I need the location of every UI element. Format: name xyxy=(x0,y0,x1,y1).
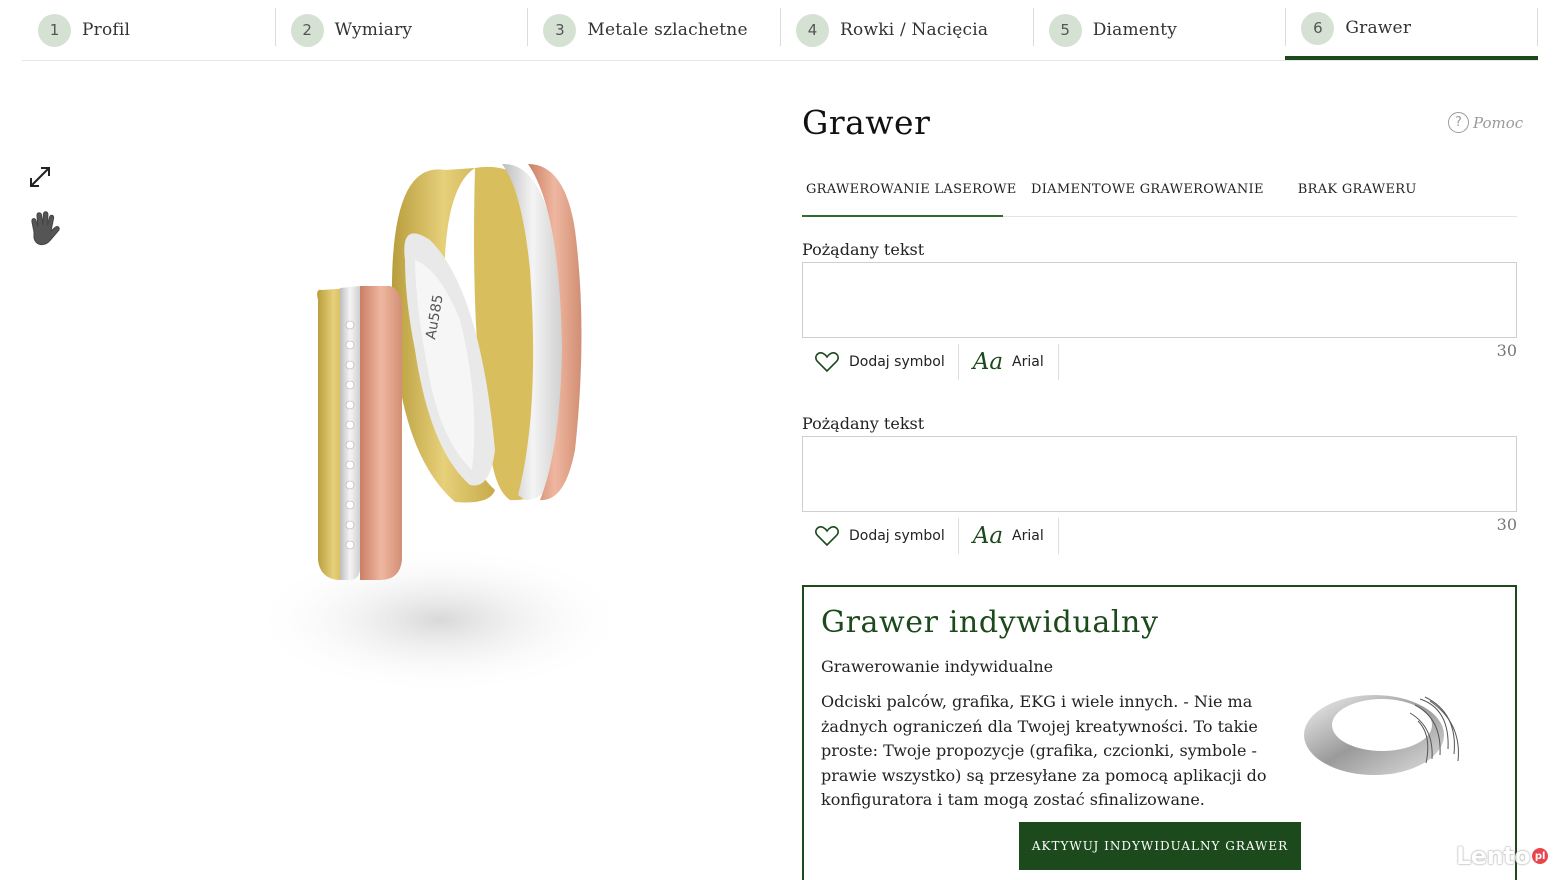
step-number: 4 xyxy=(796,13,830,47)
font-select-button[interactable]: Aa Arial xyxy=(959,518,1059,554)
step-label: Wymiary xyxy=(334,20,413,40)
custom-engraving-panel: Grawer indywidualny Grawerowanie indywid… xyxy=(802,585,1517,880)
ring-product-image[interactable]: Au585 xyxy=(240,150,680,710)
step-tab-wymiary[interactable]: 2 Wymiary xyxy=(274,0,528,60)
fingerprint-ring-image xyxy=(1300,679,1464,789)
help-link[interactable]: ? Pomoc xyxy=(1448,112,1523,133)
step-tab-rowki[interactable]: 4 Rowki / Nacięcia xyxy=(780,0,1033,60)
font-name: Arial xyxy=(1012,354,1044,370)
font-select-button[interactable]: Aa Arial xyxy=(959,344,1059,380)
tab-no-engraving[interactable]: BRAK GRAWERU xyxy=(1294,170,1421,217)
step-number: 6 xyxy=(1301,11,1335,45)
step-tab-diamenty[interactable]: 5 Diamenty xyxy=(1032,0,1286,60)
help-label: Pomoc xyxy=(1473,113,1524,132)
engraving-type-tabs: GRAWEROWANIE LASEROWE DIAMENTOWE GRAWERO… xyxy=(802,170,1517,217)
step-number: 5 xyxy=(1048,13,1082,47)
step-label: Metale szlachetne xyxy=(587,20,748,40)
step-navigation: 1 Profil 2 Wymiary 3 Metale szlachetne 4… xyxy=(22,0,1539,61)
help-icon: ? xyxy=(1448,112,1469,133)
field-options: Dodaj symbol Aa Arial xyxy=(802,518,1059,554)
activate-custom-engraving-button[interactable]: AKTYWUJ INDYWIDUALNY GRAWER xyxy=(1019,822,1301,870)
engraving-text-input[interactable] xyxy=(802,436,1517,512)
step-tab-metale[interactable]: 3 Metale szlachetne xyxy=(527,0,780,60)
char-counter: 30 xyxy=(1496,341,1517,360)
step-number: 2 xyxy=(290,13,324,47)
lento-watermark: Lento pl xyxy=(1456,842,1549,870)
add-symbol-label: Dodaj symbol xyxy=(849,354,945,370)
step-number: 3 xyxy=(543,13,577,47)
custom-engraving-description: Odciski palców, grafika, EKG i wiele inn… xyxy=(821,692,1267,809)
field-label: Pożądany tekst xyxy=(802,414,925,433)
add-symbol-button[interactable]: Dodaj symbol xyxy=(802,344,959,380)
watermark-dot: pl xyxy=(1532,848,1549,864)
step-label: Diamenty xyxy=(1092,20,1178,40)
custom-engraving-title: Grawer indywidualny xyxy=(821,605,1159,640)
panel-title: Grawer xyxy=(802,103,931,142)
watermark-text: Lento xyxy=(1456,842,1531,870)
tab-diamond-engraving[interactable]: DIAMENTOWE GRAWEROWANIE xyxy=(1027,170,1268,217)
field-options: Dodaj symbol Aa Arial xyxy=(802,344,1059,380)
step-tab-profil[interactable]: 1 Profil xyxy=(22,0,275,60)
font-sample-icon: Aa xyxy=(972,349,1004,375)
expand-icon[interactable] xyxy=(27,164,53,190)
font-sample-icon: Aa xyxy=(972,523,1004,549)
char-counter: 30 xyxy=(1496,515,1517,534)
engraving-text-input[interactable] xyxy=(802,262,1517,338)
field-label: Pożądany tekst xyxy=(802,240,925,259)
step-label: Rowki / Nacięcia xyxy=(840,20,989,40)
tab-laser-engraving[interactable]: GRAWEROWANIE LASEROWE xyxy=(802,170,1016,217)
hand-icon[interactable] xyxy=(26,210,62,248)
add-symbol-button[interactable]: Dodaj symbol xyxy=(802,518,959,554)
step-label: Profil xyxy=(82,20,131,40)
custom-engraving-subtitle: Grawerowanie indywidualne xyxy=(821,657,1054,676)
heart-icon xyxy=(815,526,839,547)
font-name: Arial xyxy=(1012,528,1044,544)
heart-icon xyxy=(815,352,839,373)
add-symbol-label: Dodaj symbol xyxy=(849,528,945,544)
step-tab-grawer[interactable]: 6 Grawer xyxy=(1285,0,1539,60)
step-label: Grawer xyxy=(1345,18,1412,38)
step-number: 1 xyxy=(38,13,71,47)
